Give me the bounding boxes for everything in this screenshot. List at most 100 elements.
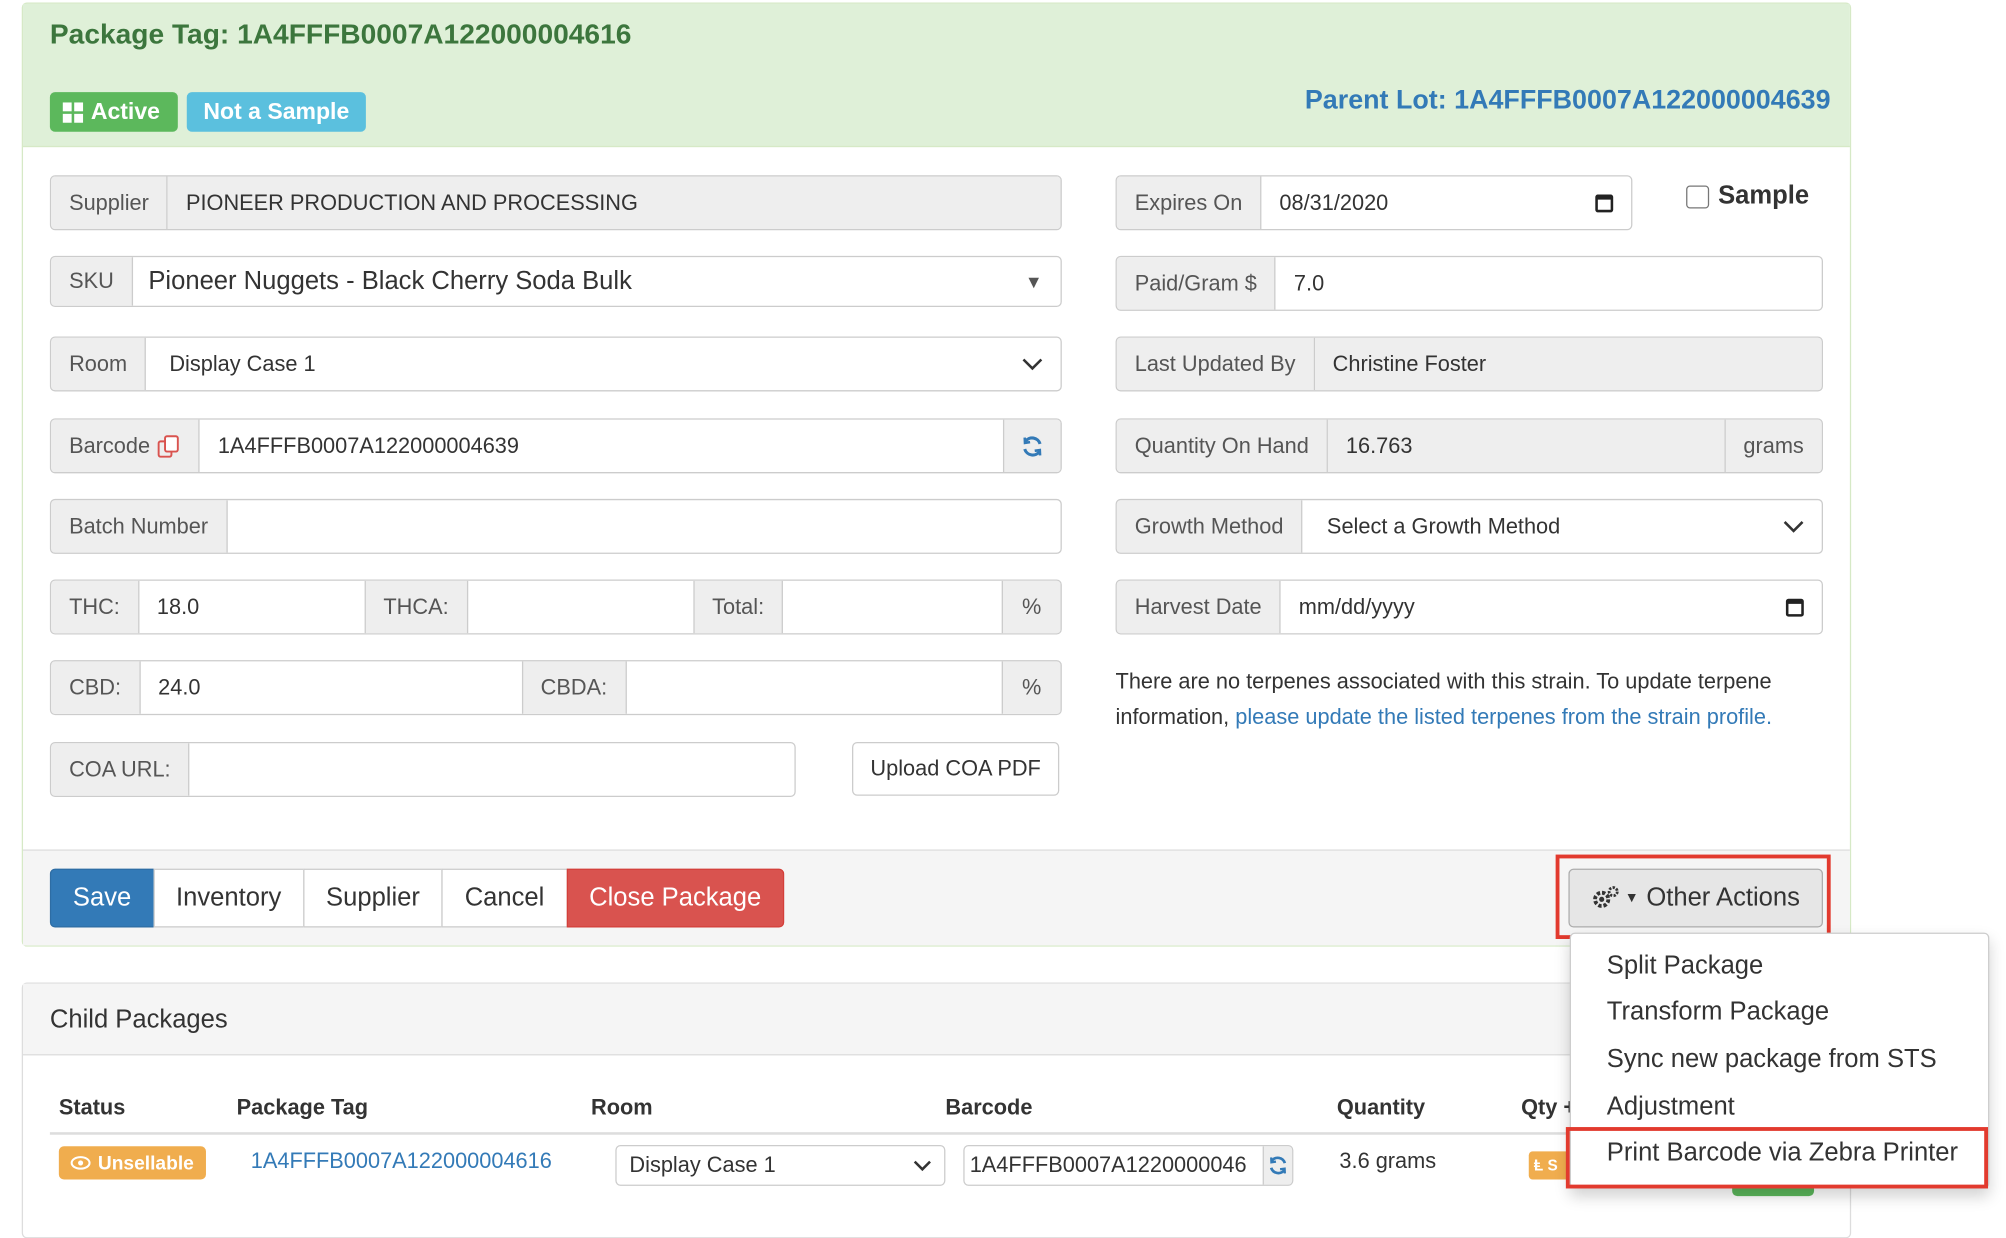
last-updated-by-field: Christine Foster <box>1314 337 1822 391</box>
batch-number-label: Batch Number <box>51 500 228 553</box>
menu-item-sync-sts[interactable]: Sync new package from STS <box>1607 1045 1937 1074</box>
room-group: Room Display Case 1 <box>49 336 1062 392</box>
total-label: Total: <box>692 580 784 634</box>
coa-url-group: COA URL: <box>49 741 796 798</box>
unsellable-badge: Unsellable <box>58 1146 206 1180</box>
upload-coa-button[interactable]: Upload COA PDF <box>852 741 1060 796</box>
growth-method-group: Growth Method Select a Growth Method <box>1115 498 1824 554</box>
child-package-tag-link[interactable]: 1A4FFFB0007A122000004616 <box>251 1149 552 1175</box>
quantity-on-hand-group: Quantity On Hand 16.763 grams <box>1115 418 1824 474</box>
sample-checkbox[interactable] <box>1686 184 1710 208</box>
expires-on-label: Expires On <box>1116 176 1262 229</box>
menu-item-adjustment[interactable]: Adjustment <box>1607 1093 1735 1122</box>
growth-method-select[interactable]: Select a Growth Method <box>1303 500 1822 552</box>
chevron-down-icon <box>913 1160 931 1172</box>
child-quantity: 3.6 grams <box>1339 1148 1437 1174</box>
calendar-icon[interactable] <box>1595 193 1614 212</box>
close-package-button[interactable]: Close Package <box>566 868 785 928</box>
column-header-package-tag: Package Tag <box>236 1095 369 1120</box>
sample-badge: Not a Sample <box>186 92 366 132</box>
column-header-quantity: Quantity <box>1336 1095 1426 1120</box>
paid-gram-input[interactable]: 7.0 <box>1276 257 1822 309</box>
column-header-status: Status <box>58 1095 126 1120</box>
child-barcode-group: 1A4FFFB0007A1220000046 <box>963 1144 1294 1186</box>
inventory-button[interactable]: Inventory <box>152 868 305 928</box>
calendar-icon[interactable] <box>1785 598 1804 616</box>
menu-item-transform-package[interactable]: Transform Package <box>1607 998 1829 1027</box>
barcode-label: Barcode <box>69 433 151 458</box>
expires-on-group: Expires On 08/31/2020 <box>1115 175 1633 231</box>
copy-icon[interactable] <box>158 434 181 458</box>
child-room-value: Display Case 1 <box>629 1152 776 1177</box>
parent-lot-link[interactable]: Parent Lot: 1A4FFFB0007A122000004639 <box>1305 86 1831 117</box>
sample-checkbox-wrap: Sample <box>1686 182 1809 211</box>
last-updated-by-label: Last Updated By <box>1116 337 1315 391</box>
chevron-down-icon <box>1783 520 1804 533</box>
supplier-label: Supplier <box>51 176 169 229</box>
barcode-input[interactable]: 1A4FFFB0007A122000004639 <box>200 420 1003 472</box>
harvest-date-value: mm/dd/yyyy <box>1298 594 1415 619</box>
cbda-input[interactable] <box>626 661 1001 713</box>
grams-unit: grams <box>1724 419 1822 473</box>
column-header-barcode: Barcode <box>945 1095 1033 1120</box>
thca-label: THCA: <box>364 580 468 634</box>
unsellable-label: Unsellable <box>97 1152 194 1174</box>
last-updated-by-group: Last Updated By Christine Foster <box>1115 336 1824 392</box>
thc-label: THC: <box>51 580 140 634</box>
quantity-on-hand-field: 16.763 <box>1328 419 1725 473</box>
supplier-field: PIONEER PRODUCTION AND PROCESSING <box>168 176 1061 229</box>
barcode-label-addon: Barcode <box>51 419 200 473</box>
thc-input[interactable]: 18.0 <box>139 581 364 633</box>
sku-group: SKU Pioneer Nuggets - Black Cherry Soda … <box>49 255 1062 308</box>
quantity-on-hand-label: Quantity On Hand <box>1116 419 1329 473</box>
barcode-group: Barcode 1A4FFFB0007A122000004639 <box>49 418 1062 474</box>
batch-number-input[interactable] <box>227 500 1060 552</box>
harvest-date-group: Harvest Date mm/dd/yyyy <box>1115 579 1824 635</box>
qty-badge: Ⱡ S <box>1528 1151 1568 1180</box>
child-barcode-input[interactable]: 1A4FFFB0007A1220000046 <box>965 1146 1263 1184</box>
sku-value: Pioneer Nuggets - Black Cherry Soda Bulk <box>148 266 632 295</box>
status-badge-label: Active <box>90 98 160 125</box>
grid-icon <box>62 101 84 123</box>
refresh-icon <box>1269 1156 1287 1175</box>
child-regenerate-barcode-button[interactable] <box>1262 1146 1293 1185</box>
strain-profile-link[interactable]: please update the listed terpenes from t… <box>1235 705 1772 729</box>
caret-down-icon: ▼ <box>1024 271 1043 292</box>
thca-input[interactable] <box>468 581 693 633</box>
table-header-divider <box>49 1132 1573 1135</box>
sku-label: SKU <box>51 257 134 306</box>
cancel-button[interactable]: Cancel <box>441 868 568 928</box>
room-value: Display Case 1 <box>169 351 316 376</box>
coa-url-label: COA URL: <box>51 743 190 796</box>
menu-item-split-package[interactable]: Split Package <box>1607 952 1763 981</box>
room-label: Room <box>51 337 147 391</box>
regenerate-barcode-button[interactable] <box>1002 419 1061 473</box>
percent-unit: % <box>1001 661 1061 714</box>
room-select[interactable]: Display Case 1 <box>146 338 1060 390</box>
highlight-box <box>1555 854 1831 940</box>
growth-method-value: Select a Growth Method <box>1326 513 1561 538</box>
harvest-date-input[interactable]: mm/dd/yyyy <box>1281 581 1822 633</box>
highlight-box <box>1565 1127 1989 1189</box>
batch-number-group: Batch Number <box>49 498 1062 554</box>
expires-on-input[interactable]: 08/31/2020 <box>1262 177 1632 229</box>
eye-slash-icon <box>71 1155 92 1170</box>
save-button[interactable]: Save <box>49 868 155 928</box>
package-title: Package Tag: 1A4FFFB0007A122000004616 <box>49 17 632 50</box>
terpenes-notice: There are no terpenes associated with th… <box>1116 664 1832 736</box>
action-button-group: Save Inventory Supplier Cancel Close Pac… <box>49 868 785 928</box>
chevron-down-icon <box>1022 357 1043 371</box>
supplier-group: Supplier PIONEER PRODUCTION AND PROCESSI… <box>49 175 1062 231</box>
supplier-button[interactable]: Supplier <box>303 868 443 928</box>
total-input[interactable] <box>783 581 1001 633</box>
coa-url-input[interactable] <box>190 743 795 795</box>
column-header-room: Room <box>591 1095 653 1120</box>
sku-select[interactable]: Pioneer Nuggets - Black Cherry Soda Bulk… <box>133 257 1061 306</box>
cbd-group: CBD: 24.0 CBDA: % <box>49 660 1062 716</box>
cbd-input[interactable]: 24.0 <box>140 661 521 713</box>
child-room-select[interactable]: Display Case 1 <box>615 1144 946 1186</box>
column-header-qty: Qty + <box>1521 1095 1577 1120</box>
percent-unit: % <box>1001 580 1061 634</box>
thc-group: THC: 18.0 THCA: Total: % <box>49 579 1062 635</box>
cbda-label: CBDA: <box>521 661 627 714</box>
